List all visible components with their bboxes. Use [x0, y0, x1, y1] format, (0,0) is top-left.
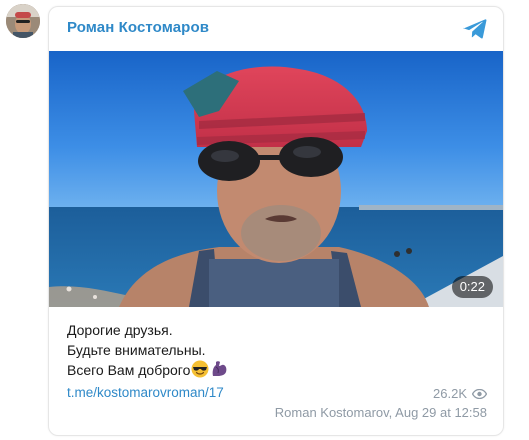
telegram-icon[interactable]	[463, 18, 487, 40]
channel-post: Роман Костомаров 0:22 Дорогие друзья. Бу…	[48, 6, 504, 436]
message-line: Будьте внимательны.	[67, 342, 206, 358]
message-line: Всего Вам доброго	[67, 362, 191, 378]
eye-icon	[472, 388, 487, 399]
post-author-date: Roman Kostomarov, Aug 29 at 12:58	[274, 405, 487, 420]
flexed-biceps-icon	[210, 360, 228, 383]
view-count: 26.2K	[433, 386, 467, 401]
video-duration-badge: 0:22	[451, 276, 493, 298]
view-counter: 26.2K	[433, 386, 487, 401]
channel-name[interactable]: Роман Костомаров	[67, 19, 209, 36]
video-player[interactable]: 0:22	[49, 51, 503, 307]
post-link[interactable]: t.me/kostomarovroman/17	[67, 385, 224, 400]
message-text: Дорогие друзья. Будьте внимательны. Всег…	[67, 320, 228, 383]
message-line: Дорогие друзья.	[67, 322, 173, 338]
video-thumbnail	[49, 51, 503, 307]
channel-avatar[interactable]	[6, 4, 40, 38]
smiling-face-with-sunglasses-icon	[191, 360, 209, 383]
